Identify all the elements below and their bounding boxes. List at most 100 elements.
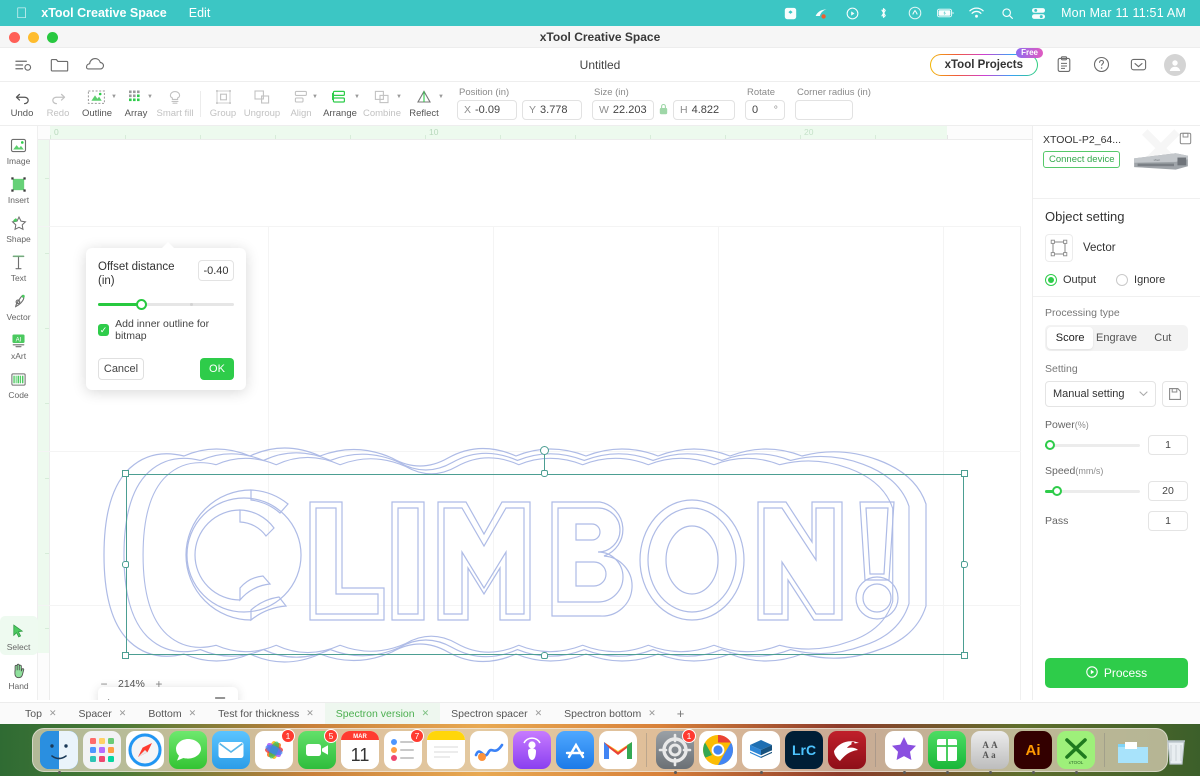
close-icon[interactable]: ✕ [306, 708, 314, 719]
add-tab-button[interactable]: + [667, 706, 695, 721]
toolbar-smart-fill[interactable]: Smart fill [154, 82, 196, 126]
selection-frame[interactable] [126, 474, 964, 655]
help-icon[interactable] [1090, 54, 1112, 76]
dock-item-font-book[interactable]: A AA a [971, 731, 1009, 769]
sidebar-item-xart[interactable]: AI xArt [0, 325, 38, 364]
speed-value[interactable]: 20 [1148, 481, 1188, 501]
apple-logo-icon[interactable]:  [16, 6, 27, 21]
inner-outline-checkbox[interactable]: ✓ [98, 324, 109, 336]
record-icon[interactable] [844, 6, 861, 21]
segment-cut[interactable]: Cut [1140, 327, 1186, 349]
dock-item-chrome[interactable] [699, 731, 737, 769]
avatar[interactable] [1164, 54, 1186, 76]
resize-handle-left[interactable] [122, 561, 129, 568]
control-center-icon[interactable] [1030, 6, 1047, 21]
chevron-down-icon[interactable]: ▼ [354, 94, 360, 100]
segment-engrave[interactable]: Engrave [1093, 327, 1139, 349]
ignore-radio[interactable]: Ignore [1116, 274, 1165, 286]
tab-spectron-version[interactable]: Spectron version ✕ [325, 703, 440, 725]
speed-slider-knob[interactable] [1052, 486, 1062, 496]
dock-item-mozilla-thunderbird[interactable] [828, 731, 866, 769]
maximize-window-button[interactable] [47, 32, 58, 43]
dock-item-app-store[interactable] [556, 731, 594, 769]
dock-item-facetime[interactable]: 5 [298, 731, 336, 769]
bluetooth-icon[interactable] [875, 6, 892, 21]
inner-outline-checkbox-row[interactable]: ✓ Add inner outline for bitmap [98, 318, 234, 342]
toolbar-undo[interactable]: Undo [4, 82, 40, 126]
connect-device-button[interactable]: Connect device [1043, 151, 1120, 168]
menubar-item-edit[interactable]: Edit [189, 6, 211, 20]
dock-item-trash[interactable] [1157, 731, 1195, 769]
cancel-button[interactable]: Cancel [98, 358, 144, 380]
resize-handle-bottom-right[interactable] [961, 652, 968, 659]
wifi-icon[interactable] [968, 6, 985, 21]
process-button[interactable]: Process [1045, 658, 1188, 688]
corner-radius-input[interactable] [795, 100, 853, 120]
power-slider-knob[interactable] [1045, 440, 1055, 450]
spotlight-search-icon[interactable] [999, 6, 1016, 21]
dropbox-icon[interactable] [782, 6, 799, 21]
tab-spectron-bottom[interactable]: Spectron bottom ✕ [553, 703, 667, 725]
dock-item-reminders[interactable]: 7 [384, 731, 422, 769]
clipboard-icon[interactable] [1053, 54, 1075, 76]
position-x-input[interactable]: X -0.09 [457, 100, 517, 120]
toolbar-ungroup[interactable]: Ungroup [241, 82, 283, 126]
chevron-down-icon[interactable]: ▼ [111, 94, 117, 100]
dock-item-finder[interactable] [40, 731, 78, 769]
close-icon[interactable]: ✕ [422, 708, 430, 719]
sidebar-item-insert[interactable]: Insert [0, 169, 38, 208]
dock-item-downloads-folder[interactable] [1114, 731, 1152, 769]
folder-icon[interactable] [48, 54, 70, 76]
outline-popover[interactable]: Offset distance (in) -0.40 ✓ Add inner o… [86, 248, 246, 390]
resize-handle-bottom-left[interactable] [122, 652, 129, 659]
dock-item-illustrator[interactable]: Ai [1014, 731, 1052, 769]
resize-handle-top-right[interactable] [961, 470, 968, 477]
speed-slider[interactable] [1045, 486, 1140, 497]
chevron-down-icon[interactable]: ▼ [396, 94, 402, 100]
chevron-down-icon[interactable]: ▼ [147, 94, 153, 100]
toolbar-arrange[interactable]: Arrange ▼ [319, 82, 361, 126]
sidebar-item-code[interactable]: Code [0, 364, 38, 403]
sidebar-item-vector[interactable]: Vector [0, 286, 38, 325]
toolbar-combine[interactable]: Combine ▼ [361, 82, 403, 126]
horizontal-ruler[interactable]: 0 10 20 [38, 126, 1032, 140]
dock-item-system-settings[interactable]: 1 [656, 731, 694, 769]
toolbar-align[interactable]: Align ▼ [283, 82, 319, 126]
canvas-area[interactable]: 0 10 20 [38, 126, 1032, 700]
airdrop-icon[interactable] [906, 6, 923, 21]
toolbar-group[interactable]: Group [205, 82, 241, 126]
power-slider[interactable] [1045, 440, 1140, 451]
tab-test-for-thickness[interactable]: Test for thickness ✕ [207, 703, 325, 725]
dock-item-numbers[interactable] [928, 731, 966, 769]
menubar-app-name[interactable]: xTool Creative Space [41, 6, 167, 20]
sidebar-item-text[interactable]: Text [0, 247, 38, 286]
dock-item-calendar[interactable]: MAR 11 [341, 731, 379, 769]
inbox-icon[interactable] [1127, 54, 1149, 76]
dock-item-safari[interactable] [126, 731, 164, 769]
menubar-clock[interactable]: Mon Mar 11 11:51 AM [1061, 6, 1186, 20]
dock-item-notes[interactable] [427, 731, 465, 769]
close-icon[interactable]: ✕ [49, 708, 57, 719]
cleanmymac-icon[interactable] [813, 6, 830, 21]
artboard[interactable] [38, 140, 1032, 700]
resize-handle-bottom[interactable] [541, 652, 548, 659]
slider-knob[interactable] [136, 299, 147, 310]
dock-item-freeform[interactable] [470, 731, 508, 769]
offset-distance-input[interactable]: -0.40 [198, 260, 234, 281]
dock-item-xtool-creative-space[interactable]: xTOOL [1057, 731, 1095, 769]
toolbar-array[interactable]: Array ▼ [118, 82, 154, 126]
save-preset-icon[interactable] [1162, 381, 1188, 407]
tab-top[interactable]: Top ✕ [14, 703, 67, 725]
segment-score[interactable]: Score [1047, 327, 1093, 349]
close-icon[interactable]: ✕ [189, 708, 197, 719]
layer-options-icon[interactable] [215, 696, 229, 700]
dock-item-gmail[interactable] [599, 731, 637, 769]
close-icon[interactable]: ✕ [535, 708, 543, 719]
resize-handle-right[interactable] [961, 561, 968, 568]
sidebar-item-select[interactable]: Select [0, 616, 38, 655]
toolbar-redo[interactable]: Redo [40, 82, 76, 126]
lock-aspect-icon[interactable] [659, 103, 668, 118]
layer-panel[interactable]: Layer Layer 1 Selected object Move to [98, 687, 238, 700]
dock-item-mail[interactable] [212, 731, 250, 769]
minimize-window-button[interactable] [28, 32, 39, 43]
